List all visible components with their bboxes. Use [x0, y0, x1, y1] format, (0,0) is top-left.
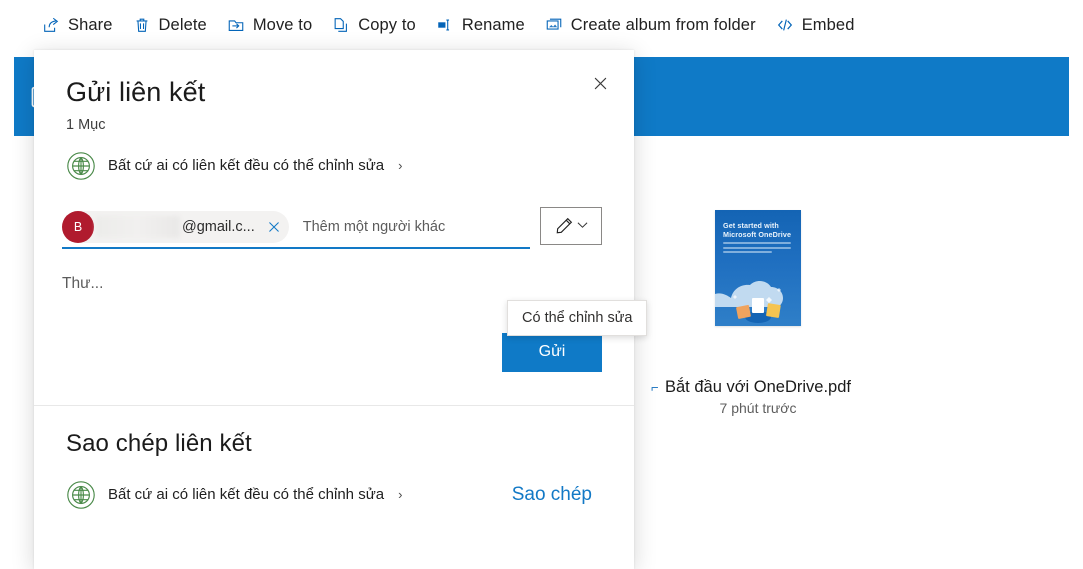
dialog-actions: Gửi [62, 332, 602, 372]
send-link-dialog: Gửi liên kết 1 Mục Bất cứ ai có liên kết… [34, 50, 648, 569]
link-settings-button[interactable]: Bất cứ ai có liên kết đều có thể chỉnh s… [66, 151, 602, 181]
command-copy-to[interactable]: Copy to [322, 5, 426, 45]
dialog-subtitle: 1 Mục [66, 116, 106, 133]
embed-icon [776, 16, 794, 34]
command-delete[interactable]: Delete [123, 5, 217, 45]
pencil-icon [555, 216, 574, 235]
file-tile-pdf[interactable]: Get started with Microsoft OneDrive ⌐ Bắ… [651, 168, 858, 416]
copy-link-permission-label: Bất cứ ai có liên kết đều có thể chỉnh s… [108, 486, 385, 504]
permission-tooltip: Có thể chỉnh sửa [507, 300, 648, 336]
globe-icon [66, 480, 96, 510]
command-label: Copy to [358, 15, 416, 34]
dialog-title: Gửi liên kết [66, 77, 206, 107]
dialog-header: Gửi liên kết 1 Mục Bất cứ ai có liên kết… [34, 50, 634, 181]
pdf-thumbnail: Get started with Microsoft OneDrive [715, 210, 801, 326]
send-button[interactable]: Gửi [502, 332, 602, 372]
copy-link-title: Sao chép liên kết [66, 429, 252, 457]
recipient-permission-dropdown[interactable] [540, 206, 602, 245]
move-to-icon [227, 16, 245, 34]
copy-link-settings-button[interactable]: Bất cứ ai có liên kết đều có thể chỉnh s… [66, 480, 402, 510]
command-rename[interactable]: Rename [426, 5, 535, 45]
recipient-chip[interactable]: B @gmail.c... [62, 210, 289, 243]
selection-corner-icon: ⌐ [651, 380, 659, 395]
command-embed[interactable]: Embed [766, 5, 865, 45]
share-icon [42, 16, 60, 34]
album-icon [545, 16, 563, 34]
command-label: Embed [801, 15, 855, 34]
recipient-email: @gmail.c... [182, 218, 255, 235]
avatar: B [62, 210, 94, 243]
close-button[interactable] [584, 70, 616, 102]
copy-to-icon [332, 16, 350, 34]
tile-thumbnail: Get started with Microsoft OneDrive [658, 168, 858, 368]
globe-icon [66, 151, 96, 181]
copy-link-section: Sao chép liên kết Bất cứ ai có liên kết … [34, 406, 634, 510]
message-input[interactable]: Thư... [62, 275, 602, 293]
copy-button[interactable]: Sao chép [512, 484, 602, 506]
recipient-input-field[interactable]: B @gmail.c... Thêm một người khác [62, 207, 530, 249]
command-create-album[interactable]: Create album from folder [535, 5, 766, 45]
redacted-name [96, 215, 180, 238]
command-label: Rename [461, 15, 525, 34]
tile-name-row: ⌐ Bắt đầu với OneDrive.pdf [651, 378, 851, 397]
chevron-down-icon [577, 220, 588, 232]
command-label: Move to [252, 15, 313, 34]
pdf-thumbnail-art [715, 281, 783, 323]
chevron-right-icon: › [398, 158, 403, 174]
pdf-thumbnail-lines [723, 242, 791, 256]
tile-name: Bắt đầu với OneDrive.pdf [665, 378, 851, 396]
command-share[interactable]: Share [32, 5, 123, 45]
command-label: Delete [158, 15, 207, 34]
command-move-to[interactable]: Move to [217, 5, 322, 45]
command-label: Share [68, 15, 113, 34]
rename-icon [436, 16, 454, 34]
pdf-thumbnail-title: Get started with Microsoft OneDrive [723, 221, 792, 239]
recipient-row: B @gmail.c... Thêm một người khác [62, 206, 602, 249]
chevron-right-icon: › [398, 487, 403, 503]
close-icon [593, 76, 608, 96]
trash-icon [133, 16, 151, 34]
tile-subtitle: 7 phút trước [719, 400, 797, 416]
add-recipient-placeholder[interactable]: Thêm một người khác [303, 219, 446, 235]
app-root: Share Delete Move to Copy to Rename Crea… [0, 0, 1083, 569]
copy-link-row: Bất cứ ai có liên kết đều có thể chỉnh s… [66, 480, 602, 510]
link-permission-label: Bất cứ ai có liên kết đều có thể chỉnh s… [108, 157, 385, 175]
remove-recipient-button[interactable] [265, 218, 283, 236]
command-label: Create album from folder [570, 15, 756, 34]
command-bar: Share Delete Move to Copy to Rename Crea… [0, 0, 1083, 50]
